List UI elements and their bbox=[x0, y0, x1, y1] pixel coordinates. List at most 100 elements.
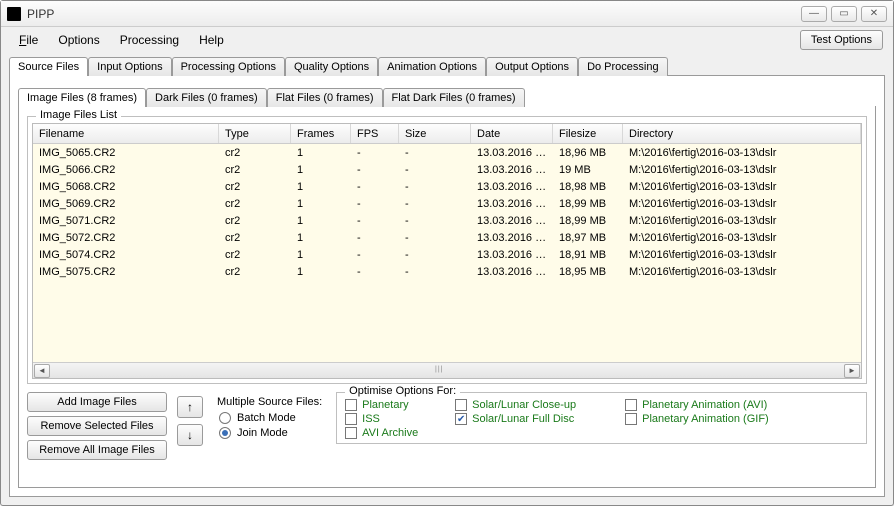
table-row[interactable]: IMG_5068.CR2cr21--13.03.2016 1...18,98 M… bbox=[33, 178, 861, 195]
maximize-button[interactable]: ▭ bbox=[831, 6, 857, 22]
col-size[interactable]: Size bbox=[399, 124, 471, 143]
cell: - bbox=[399, 147, 471, 159]
app-icon bbox=[7, 7, 21, 21]
image-files-list-group: Image Files List Filename Type Frames FP… bbox=[27, 116, 867, 384]
cell: 13.03.2016 1... bbox=[471, 215, 553, 227]
table-row[interactable]: IMG_5066.CR2cr21--13.03.2016 1...19 MBM:… bbox=[33, 161, 861, 178]
tab-input-options[interactable]: Input Options bbox=[88, 57, 171, 76]
cell: 18,98 MB bbox=[553, 181, 623, 193]
menu-options[interactable]: Options bbox=[50, 30, 107, 50]
cell: 18,97 MB bbox=[553, 232, 623, 244]
cell: - bbox=[351, 249, 399, 261]
col-type[interactable]: Type bbox=[219, 124, 291, 143]
chk-anim-avi[interactable]: Planetary Animation (AVI) bbox=[625, 399, 805, 411]
table-row[interactable]: IMG_5074.CR2cr21--13.03.2016 1...18,91 M… bbox=[33, 246, 861, 263]
add-image-files-button[interactable]: Add Image Files bbox=[27, 392, 167, 412]
cell: IMG_5072.CR2 bbox=[33, 232, 219, 244]
modes-label: Multiple Source Files: bbox=[217, 396, 322, 408]
cell: - bbox=[351, 147, 399, 159]
cell: M:\2016\fertig\2016-03-13\dslr bbox=[623, 181, 861, 193]
table-header: Filename Type Frames FPS Size Date Files… bbox=[33, 124, 861, 144]
subtab-image-files[interactable]: Image Files (8 frames) bbox=[18, 88, 146, 107]
horizontal-scrollbar[interactable]: ◄ ||| ► bbox=[33, 362, 861, 378]
menu-help[interactable]: Help bbox=[191, 30, 232, 50]
cell: IMG_5066.CR2 bbox=[33, 164, 219, 176]
col-filesize[interactable]: Filesize bbox=[553, 124, 623, 143]
cell: M:\2016\fertig\2016-03-13\dslr bbox=[623, 266, 861, 278]
cell: cr2 bbox=[219, 232, 291, 244]
chk-iss[interactable]: ISS bbox=[345, 413, 445, 425]
cell: 1 bbox=[291, 164, 351, 176]
tab-animation-options[interactable]: Animation Options bbox=[378, 57, 486, 76]
table-row[interactable]: IMG_5065.CR2cr21--13.03.2016 1...18,96 M… bbox=[33, 144, 861, 161]
cell: 1 bbox=[291, 266, 351, 278]
table-row[interactable]: IMG_5072.CR2cr21--13.03.2016 1...18,97 M… bbox=[33, 229, 861, 246]
cell: 1 bbox=[291, 181, 351, 193]
scroll-left-icon[interactable]: ◄ bbox=[34, 364, 50, 378]
subtab-flat-files[interactable]: Flat Files (0 frames) bbox=[267, 88, 383, 107]
chk-solar-closeup[interactable]: Solar/Lunar Close-up bbox=[455, 399, 615, 411]
remove-all-button[interactable]: Remove All Image Files bbox=[27, 440, 167, 460]
chk-planetary[interactable]: Planetary bbox=[345, 399, 445, 411]
radio-batch-mode[interactable]: Batch Mode bbox=[219, 412, 320, 424]
test-options-button[interactable]: Test Options bbox=[800, 30, 883, 50]
move-up-button[interactable]: ↑ bbox=[177, 396, 203, 418]
col-directory[interactable]: Directory bbox=[623, 124, 861, 143]
menu-file[interactable]: File bbox=[11, 30, 46, 50]
cell: 13.03.2016 1... bbox=[471, 147, 553, 159]
subtab-dark-files[interactable]: Dark Files (0 frames) bbox=[146, 88, 267, 107]
cell: cr2 bbox=[219, 198, 291, 210]
cell: 1 bbox=[291, 215, 351, 227]
cell: IMG_5068.CR2 bbox=[33, 181, 219, 193]
cell: IMG_5069.CR2 bbox=[33, 198, 219, 210]
optimise-group: Optimise Options For: Planetary Solar/Lu… bbox=[336, 392, 867, 444]
cell: 18,99 MB bbox=[553, 215, 623, 227]
cell: 18,91 MB bbox=[553, 249, 623, 261]
cell: - bbox=[351, 232, 399, 244]
chk-avi-archive[interactable]: AVI Archive bbox=[345, 427, 445, 439]
col-filename[interactable]: Filename bbox=[33, 124, 219, 143]
cell: IMG_5075.CR2 bbox=[33, 266, 219, 278]
cell: cr2 bbox=[219, 215, 291, 227]
move-down-button[interactable]: ↓ bbox=[177, 424, 203, 446]
cell: 13.03.2016 1... bbox=[471, 266, 553, 278]
col-fps[interactable]: FPS bbox=[351, 124, 399, 143]
table-row[interactable]: IMG_5071.CR2cr21--13.03.2016 1...18,99 M… bbox=[33, 212, 861, 229]
close-button[interactable]: ✕ bbox=[861, 6, 887, 22]
table-row[interactable]: IMG_5075.CR2cr21--13.03.2016 1...18,95 M… bbox=[33, 263, 861, 280]
source-files-panel: Image Files (8 frames) Dark Files (0 fra… bbox=[9, 75, 885, 497]
tab-source-files[interactable]: Source Files bbox=[9, 57, 88, 76]
optimise-legend: Optimise Options For: bbox=[345, 385, 460, 397]
scroll-grip-icon[interactable]: ||| bbox=[435, 366, 459, 376]
cell: - bbox=[351, 198, 399, 210]
cell: 13.03.2016 1... bbox=[471, 181, 553, 193]
remove-selected-button[interactable]: Remove Selected Files bbox=[27, 416, 167, 436]
tab-do-processing[interactable]: Do Processing bbox=[578, 57, 668, 76]
window-title: PIPP bbox=[27, 7, 801, 21]
scroll-right-icon[interactable]: ► bbox=[844, 364, 860, 378]
menu-processing[interactable]: Processing bbox=[112, 30, 187, 50]
table-row[interactable]: IMG_5069.CR2cr21--13.03.2016 1...18,99 M… bbox=[33, 195, 861, 212]
col-frames[interactable]: Frames bbox=[291, 124, 351, 143]
main-window: PIPP — ▭ ✕ File Options Processing Help … bbox=[0, 0, 894, 506]
cell: - bbox=[399, 164, 471, 176]
minimize-button[interactable]: — bbox=[801, 6, 827, 22]
cell: - bbox=[399, 249, 471, 261]
radio-join-mode[interactable]: Join Mode bbox=[219, 427, 320, 439]
subtab-flat-dark-files[interactable]: Flat Dark Files (0 frames) bbox=[383, 88, 525, 107]
cell: 1 bbox=[291, 249, 351, 261]
cell: - bbox=[351, 164, 399, 176]
sub-tabs: Image Files (8 frames) Dark Files (0 fra… bbox=[10, 84, 884, 106]
cell: 18,96 MB bbox=[553, 147, 623, 159]
col-date[interactable]: Date bbox=[471, 124, 553, 143]
tab-output-options[interactable]: Output Options bbox=[486, 57, 578, 76]
cell: - bbox=[399, 232, 471, 244]
cell: - bbox=[399, 181, 471, 193]
chk-anim-gif[interactable]: Planetary Animation (GIF) bbox=[625, 413, 805, 425]
cell: 13.03.2016 1... bbox=[471, 249, 553, 261]
tab-quality-options[interactable]: Quality Options bbox=[285, 57, 378, 76]
chk-solar-fulldisc[interactable]: ✔Solar/Lunar Full Disc bbox=[455, 413, 615, 425]
tab-processing-options[interactable]: Processing Options bbox=[172, 57, 285, 76]
cell: - bbox=[351, 215, 399, 227]
cell: 1 bbox=[291, 232, 351, 244]
